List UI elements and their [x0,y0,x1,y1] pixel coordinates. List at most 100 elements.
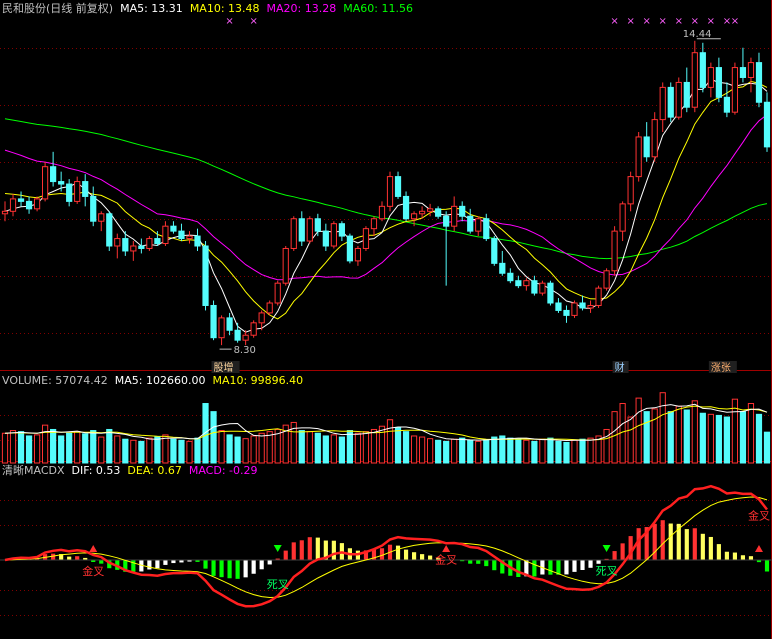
volume-bar [25,435,33,464]
volume-bar [539,438,546,464]
candle-body [98,213,105,222]
candle-body [435,208,442,217]
volume-bar [675,405,682,464]
volume-bar [611,411,618,464]
volume-bar [362,431,370,464]
volume-bar [483,439,490,464]
candle-body [186,235,193,240]
volume-bar [33,434,41,464]
volume-bar [491,436,498,464]
volume-bar [210,411,217,464]
candle-body [90,195,97,222]
candle-body [306,218,313,242]
candle-body [146,238,153,249]
signal-marker: × [675,16,683,27]
candle-body [491,238,498,264]
candle-body [218,317,225,339]
volume-bar [691,400,698,464]
down-arrow-icon [273,545,282,552]
candle-body [138,245,145,249]
candle-body [667,86,674,118]
volume-bar [563,441,570,464]
candle-body [739,67,747,78]
up-arrow-icon [754,545,763,552]
volume-bar [130,439,137,464]
candle-body [563,309,570,316]
volume-bar [386,419,394,464]
candle-body [346,235,354,262]
candle-body [258,312,265,324]
volume-bar [418,436,426,464]
signal-marker: × [707,16,715,27]
candle-body [691,52,698,108]
volume-bar [258,432,265,464]
candle-body [106,213,113,247]
candle-body [114,238,121,247]
chart-canvas[interactable]: 8.3014.44股增财涨张× × × × × × × × × × ×金叉死叉金叉死叉金叉 [0,0,772,639]
volume-bar [410,435,418,464]
candle-body [17,198,25,202]
volume-bar [651,408,658,464]
candle-body [418,210,426,215]
volume-bar [715,414,722,464]
candle-body [635,136,642,178]
event-tag: 涨张 [711,362,731,374]
candle-body [507,272,514,282]
volume-bar [475,440,482,464]
volume-bar [370,428,378,464]
candle-body [354,247,362,262]
up-arrow-icon [89,545,98,552]
candle-body [41,166,49,200]
volume-bar [459,437,466,464]
candle-body [483,218,490,240]
event-tag: 财 [615,361,625,374]
volume-bar [186,440,193,464]
volume-bar [571,439,578,464]
candle-body [74,181,81,202]
signal-marker: × [659,16,667,27]
golden-cross-label: 金叉 [435,552,457,566]
volume-bar [226,434,233,464]
stock-chart-window: { "colors":{"up":"#ff3232","down":"#54fc… [0,0,772,639]
volume-bar [178,439,185,464]
candle-body [58,181,65,185]
volume-bar [427,438,434,464]
volume-bar [579,438,586,464]
volume-bar [82,433,89,464]
candle-body [130,245,137,252]
volume-bar [298,430,305,464]
volume-bar [17,431,25,464]
candle-body [402,195,410,220]
volume-bar [242,438,249,464]
candle-body [595,287,602,306]
signal-marker: × [626,16,634,27]
candle-body [194,235,201,247]
volume-bar [106,428,113,464]
signal-marker: × [225,16,233,27]
candle-body [683,81,690,108]
volume-bar [154,436,161,464]
candle-body [603,270,610,289]
volume-bar [314,432,321,464]
candle-body [459,205,466,217]
candle-body [82,181,89,197]
candle-body [226,317,233,331]
candle-body [290,218,297,249]
candle-body [162,225,169,245]
signal-marker: × [610,16,618,27]
candle-body [282,247,289,284]
candle-body [122,238,129,252]
candle-body [170,225,177,232]
high-price-label: 14.44 [683,29,712,40]
low-price-label: 8.30 [234,345,256,356]
candle-body [755,62,763,103]
candle-body [427,208,434,212]
candle-body [443,215,450,227]
volume-bar [266,431,273,464]
volume-bar [1,432,9,464]
volume-bar [90,430,97,464]
candle-body [699,52,706,88]
volume-bar [234,436,241,464]
candle-body [659,86,666,121]
candle-body [234,329,241,341]
